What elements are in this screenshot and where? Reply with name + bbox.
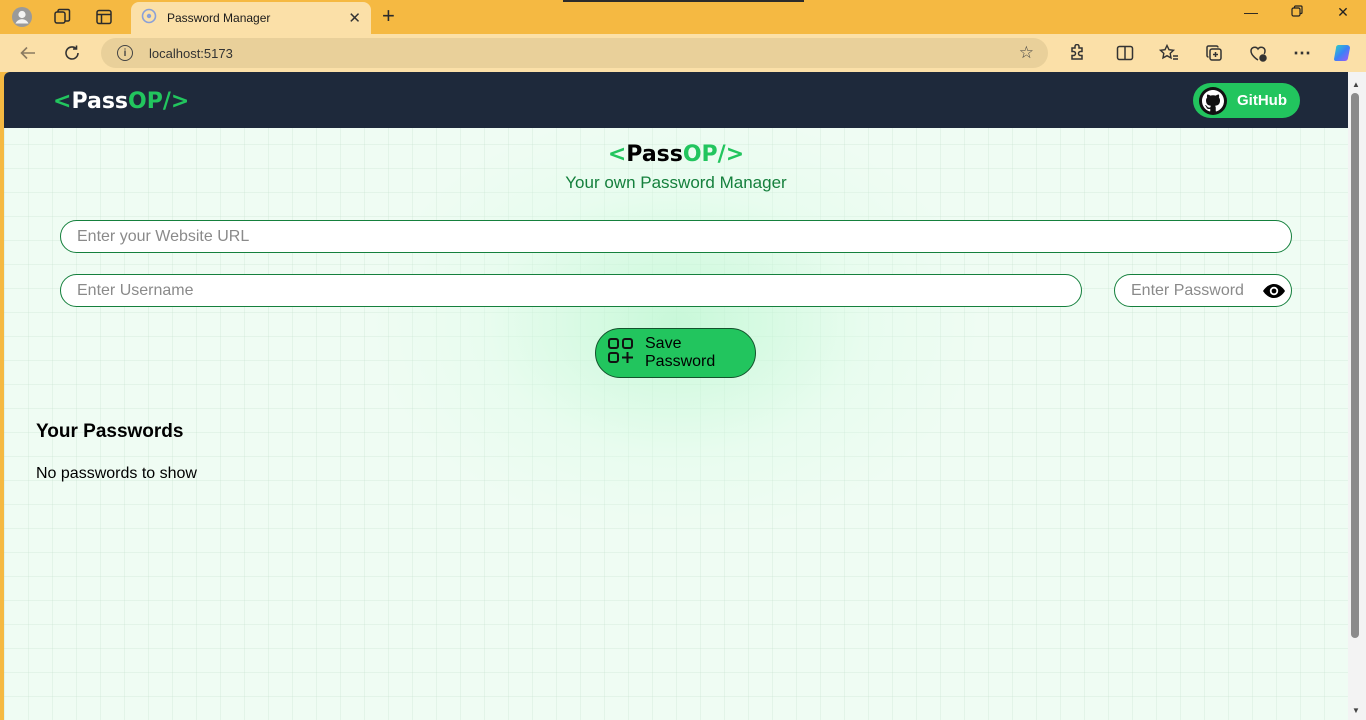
more-options-icon[interactable]: ⋯ [1291, 43, 1313, 63]
tab-title: Password Manager [167, 11, 271, 25]
new-tab-icon[interactable]: + [382, 5, 395, 27]
minimize-icon[interactable]: — [1237, 4, 1265, 20]
address-bar[interactable]: i localhost:5173 ☆ [101, 38, 1048, 68]
save-password-button[interactable]: Save Password [595, 328, 756, 378]
site-info-icon[interactable]: i [117, 45, 133, 61]
url-text[interactable]: localhost:5173 [149, 46, 233, 61]
hero-logo-op: OP/> [682, 142, 745, 167]
page-subtitle: Your own Password Manager [565, 173, 787, 192]
add-apps-icon [607, 337, 635, 370]
show-password-eye-icon[interactable] [1262, 282, 1286, 300]
favorite-star-icon[interactable]: ☆ [1019, 43, 1034, 63]
profile-icon[interactable] [10, 5, 34, 29]
logo-op: OP/> [128, 89, 190, 114]
browser-tab-bar: Password Manager ✕ + — ✕ [0, 0, 1366, 34]
close-window-icon[interactable]: ✕ [1329, 4, 1357, 21]
username-input[interactable] [60, 274, 1082, 307]
save-password-label: Save Password [645, 335, 716, 370]
close-tab-icon[interactable]: ✕ [348, 9, 361, 27]
navbar-logo[interactable]: <PassOP/> [53, 89, 189, 114]
hero-logo-bracket: < [607, 142, 627, 167]
tab-favicon-icon [141, 8, 157, 29]
page-viewport: <PassOP/> GitHub <PassOP/> Your own Pass… [4, 72, 1348, 720]
github-button[interactable]: GitHub [1193, 83, 1300, 118]
tab-strip-indicator [563, 0, 804, 2]
logo-pass: Pass [71, 89, 129, 114]
scroll-up-arrow-icon[interactable]: ▲ [1352, 80, 1360, 89]
scrollbar-thumb[interactable] [1351, 93, 1359, 638]
browser-toolbar: i localhost:5173 ☆ ⋯ [0, 34, 1366, 72]
github-icon [1199, 86, 1227, 115]
logo-bracket: < [53, 89, 72, 114]
browser-essentials-icon[interactable] [1247, 43, 1269, 63]
hero-logo: <PassOP/> [4, 142, 1348, 167]
hero-logo-pass: Pass [626, 142, 683, 167]
favorites-icon[interactable] [1158, 43, 1180, 63]
site-navbar: <PassOP/> GitHub [4, 72, 1348, 128]
copilot-icon[interactable] [1332, 43, 1354, 63]
split-screen-icon[interactable] [1114, 43, 1136, 63]
collections-icon[interactable] [1203, 43, 1225, 63]
back-icon[interactable] [16, 42, 40, 64]
scroll-down-arrow-icon[interactable]: ▼ [1352, 706, 1360, 715]
passwords-section-title: Your Passwords [36, 421, 184, 442]
restore-icon[interactable] [1283, 4, 1311, 20]
extensions-icon[interactable] [1066, 43, 1088, 63]
empty-passwords-message: No passwords to show [36, 465, 197, 482]
workspaces-icon[interactable] [50, 5, 74, 29]
tab-password-manager[interactable]: Password Manager ✕ [131, 2, 371, 34]
website-url-input[interactable] [60, 220, 1292, 253]
vertical-tabs-icon[interactable] [92, 5, 116, 29]
github-label: GitHub [1237, 92, 1287, 109]
refresh-icon[interactable] [60, 42, 84, 64]
